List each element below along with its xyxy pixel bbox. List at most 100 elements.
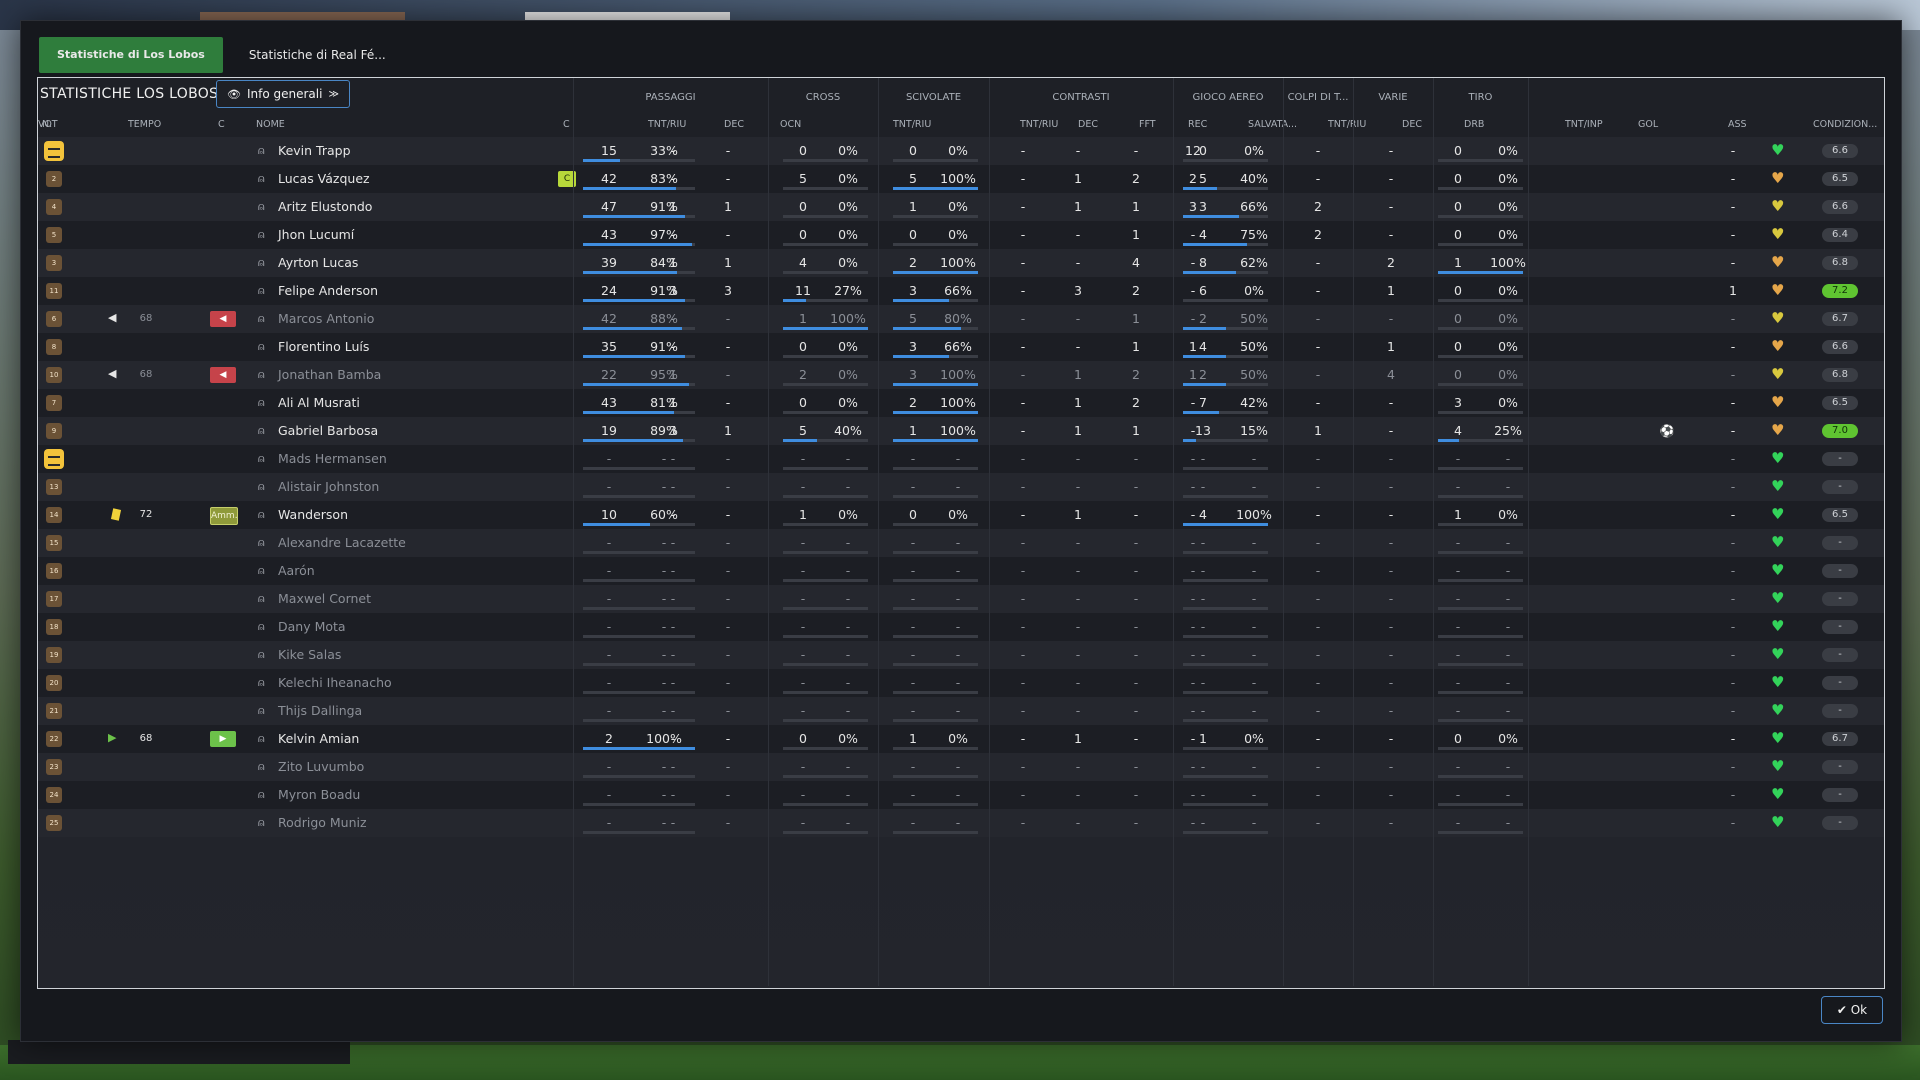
progress-track	[893, 159, 978, 162]
table-row[interactable]: 22 ▶ ▶ 68 ⍝ Kelvin Amian 2 100% - -0 0% 1 0% -1- -1 0% -…	[38, 725, 1884, 753]
header-decisive: -	[1315, 563, 1321, 578]
table-row[interactable]: 13 ⍝ Alistair Johnston - - - - - - - - - - - - - - - - - - - ♥…	[38, 473, 1884, 501]
condition-heart-icon: ♥	[1771, 337, 1785, 355]
tab-real-fe[interactable]: Statistiche di Real Fé...	[231, 37, 404, 73]
table-row[interactable]: ⍝ Mads Hermansen - - - - - - - - - - - - - - - - - - - ♥ -	[38, 445, 1884, 473]
info-dropdown[interactable]: 👁 Info generali ≫	[216, 80, 350, 108]
column-header: NOME	[256, 119, 285, 130]
progress-bar	[583, 523, 650, 526]
table-row[interactable]: 7 ⍝ Ali Al Musrati 43 81% 1-0 0% 2 100% -1 2-7 42% -…	[38, 389, 1884, 417]
dribbles: -	[1388, 759, 1394, 774]
dribbles: 1	[1387, 283, 1395, 298]
table-row[interactable]: 16 ⍝ Aarón - - - - - - - - - - - - - - - - - - - ♥ -	[38, 557, 1884, 585]
table-row[interactable]: 19 ⍝ Kike Salas - - - - - - - - - - - - - - - - - - - ♥ -	[38, 641, 1884, 669]
column-divider	[1433, 78, 1434, 986]
progress-track	[783, 523, 868, 526]
column-header: REC	[1188, 119, 1208, 130]
progress-track	[783, 607, 868, 610]
table-row[interactable]: 25 ⍝ Rodrigo Muniz - - - - - - - - - - - - - - - - - - - ♥ -	[38, 809, 1884, 837]
sub-out-tag: ◀	[210, 367, 236, 383]
fouls: -	[1075, 535, 1081, 550]
column-divider	[1173, 78, 1174, 986]
dribbles: -	[1388, 311, 1394, 326]
column-divider	[768, 78, 769, 986]
table-row[interactable]: 9 ⍝ Gabriel Barbosa 19 89% 3 1 5 40% 1 100% -1 1-13 1…	[38, 417, 1884, 445]
header-decisive: -	[1315, 255, 1321, 270]
rating-badge: -	[1822, 760, 1858, 774]
progress-track	[783, 775, 868, 778]
progress-track	[1183, 719, 1268, 722]
table-row[interactable]: 4 ⍝ Aritz Elustondo 47 91% 1 1 0 0% 1 0% -1 1 3 3 66% 2-…	[38, 193, 1884, 221]
header-decisive: -	[1315, 759, 1321, 774]
progress-track	[1438, 775, 1523, 778]
fouls: 1	[1074, 395, 1082, 410]
person-icon: ⍝	[258, 312, 265, 325]
shirt-number-badge: 7	[46, 395, 62, 411]
table-row[interactable]: 3 ⍝ Ayrton Lucas 39 84% 1 1 4 0% 2 100% - -4-8 62% -2 1…	[38, 249, 1884, 277]
table-row[interactable]: 15 ⍝ Alexandre Lacazette - - - - - - - - - - - - - - - - - -…	[38, 529, 1884, 557]
table-row[interactable]: ⍝ Kevin Trapp 15 33% - -0 0% 0 0% - - -12 0 0% - -0 0% - ♥…	[38, 137, 1884, 165]
column-divider	[1353, 78, 1354, 986]
yellow-card-icon	[110, 508, 122, 521]
dropdown-label: Info generali	[246, 87, 323, 101]
column-header: TNT/RIU	[1020, 119, 1059, 130]
column-header: C	[218, 119, 225, 130]
fouls: -	[1075, 619, 1081, 634]
player-name: Marcos Antonio	[278, 311, 375, 326]
condition-heart-icon: ♥	[1771, 701, 1785, 719]
recoveries: -	[1133, 703, 1139, 718]
condition-heart-icon: ♥	[1771, 309, 1785, 327]
pass-chances: -	[725, 451, 731, 466]
header-decisive: -	[1315, 507, 1321, 522]
progress-track	[893, 495, 978, 498]
fouls: 1	[1074, 171, 1082, 186]
dribbles: -	[1388, 815, 1394, 830]
ok-button[interactable]: ✔ Ok	[1821, 996, 1883, 1024]
pass-chances: -	[725, 171, 731, 186]
table-row[interactable]: 23 ⍝ Zito Luvumbo - - - - - - - - - - - - - - - - - - - ♥ -	[38, 753, 1884, 781]
progress-bar	[1183, 271, 1236, 274]
shirt-number-badge: 9	[46, 423, 62, 439]
progress-track	[783, 355, 868, 358]
table-row[interactable]: 20 ⍝ Kelechi Iheanacho - - - - - - - - - - - - - - - - - - - ♥…	[38, 669, 1884, 697]
column-header: TNT/RIU	[893, 119, 932, 130]
recoveries: 1	[1132, 423, 1140, 438]
assists: -	[1730, 395, 1736, 410]
table-row[interactable]: 5 ⍝ Jhon Lucumí 43 97% - -0 0% 0 0% - -1-4 75% 2-0 0% -…	[38, 221, 1884, 249]
shirt-number-badge: 4	[46, 199, 62, 215]
column-header: DRB	[1464, 119, 1485, 130]
progress-bar	[1183, 411, 1219, 414]
recoveries: -	[1133, 619, 1139, 634]
pass-decisive: -	[670, 675, 676, 690]
table-row[interactable]: 24 ⍝ Myron Boadu - - - - - - - - - - - - - - - - - - - ♥ -	[38, 781, 1884, 809]
fouls: 1	[1074, 507, 1082, 522]
minute-played	[134, 221, 158, 249]
progress-track	[893, 691, 978, 694]
group-header: PASSAGGI	[645, 92, 696, 103]
shirt-number-badge: 8	[46, 339, 62, 355]
table-row[interactable]: 17 ⍝ Maxwel Cornet - - - - - - - - - - - - - - - - - - - ♥ -	[38, 585, 1884, 613]
rating-badge: -	[1822, 592, 1858, 606]
recoveries: 2	[1132, 395, 1140, 410]
tab-los-lobos[interactable]: Statistiche di Los Lobos	[39, 37, 223, 73]
progress-bar	[893, 187, 978, 190]
recoveries: 1	[1132, 339, 1140, 354]
pass-chances: 1	[724, 423, 732, 438]
shirt-number-badge: 6	[46, 311, 62, 327]
contrast-decisive: -	[1020, 507, 1026, 522]
contrast-decisive: -	[1020, 143, 1026, 158]
table-row[interactable]: 8 ⍝ Florentino Luís 35 91% - -0 0% 3 66% - -1 1 4 50% -…	[38, 333, 1884, 361]
table-row[interactable]: 6 ◀ ◀ 68 ⍝ Marcos Antonio 42 88% - -1 100% 5 80% - -1-…	[38, 305, 1884, 333]
player-name: Alexandre Lacazette	[278, 535, 406, 550]
progress-track	[1183, 803, 1268, 806]
minute-played	[134, 193, 158, 221]
column-header: DEC	[1402, 119, 1422, 130]
progress-track	[1438, 355, 1523, 358]
assists: -	[1730, 535, 1736, 550]
table-row[interactable]: 2 ⍝ Lucas Vázquez C 42 83% - -5 0% 5 100% -1 2 2 5 40% -…	[38, 165, 1884, 193]
table-row[interactable]: 10 ◀ ◀ 68 ⍝ Jonathan Bamba 22 95% 1-2 0% 3 100% -1 2 1…	[38, 361, 1884, 389]
table-row[interactable]: 14 Amm. 72 ⍝ Wanderson 10 60% - -1 0% 0 0% -1- -4 100%…	[38, 501, 1884, 529]
table-row[interactable]: 21 ⍝ Thijs Dallinga - - - - - - - - - - - - - - - - - - - ♥ -	[38, 697, 1884, 725]
table-row[interactable]: 18 ⍝ Dany Mota - - - - - - - - - - - - - - - - - - - ♥ -	[38, 613, 1884, 641]
table-row[interactable]: 11 ⍝ Felipe Anderson 24 91% 3 3 11 27% 3 66% -3 2-6 0…	[38, 277, 1884, 305]
